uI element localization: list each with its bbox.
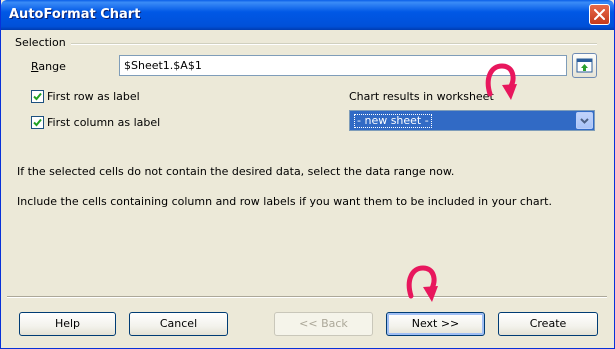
close-button[interactable] (589, 4, 610, 25)
range-label: Range (31, 60, 66, 73)
title-bar: AutoFormat Chart (1, 0, 614, 30)
back-button[interactable]: << Back (274, 312, 373, 336)
next-button[interactable]: Next >> (386, 312, 485, 336)
first-row-checkbox[interactable] (31, 90, 44, 103)
curved-arrow-icon (485, 63, 517, 100)
button-separator (7, 296, 607, 298)
results-worksheet-label: Chart results in worksheet (349, 90, 494, 103)
selection-group-label: Selection (15, 36, 66, 49)
first-row-label[interactable]: First row as label (47, 90, 140, 103)
checkmark-icon (33, 118, 42, 127)
cancel-button[interactable]: Cancel (129, 312, 228, 336)
group-divider (71, 43, 597, 45)
range-label-text: ange (38, 60, 66, 73)
create-button[interactable]: Create (498, 312, 598, 336)
shrink-range-button[interactable] (572, 53, 597, 78)
curved-arrow-icon (406, 265, 438, 302)
chevron-down-icon (580, 117, 589, 124)
dropdown-button[interactable] (576, 112, 593, 129)
shrink-range-icon (576, 58, 593, 73)
window-title: AutoFormat Chart (9, 7, 141, 22)
results-worksheet-select[interactable]: - new sheet - (349, 110, 595, 131)
close-icon (594, 9, 605, 20)
info-text-2: Include the cells containing column and … (17, 195, 552, 208)
autoformat-chart-dialog: AutoFormat Chart Selection Range $Sheet1… (0, 0, 615, 349)
help-button[interactable]: Help (19, 312, 116, 336)
select-value: - new sheet - (354, 114, 432, 128)
checkmark-icon (33, 92, 42, 101)
first-column-checkbox[interactable] (31, 116, 44, 129)
first-column-label[interactable]: First column as label (47, 116, 160, 129)
info-text-1: If the selected cells do not contain the… (17, 165, 455, 178)
